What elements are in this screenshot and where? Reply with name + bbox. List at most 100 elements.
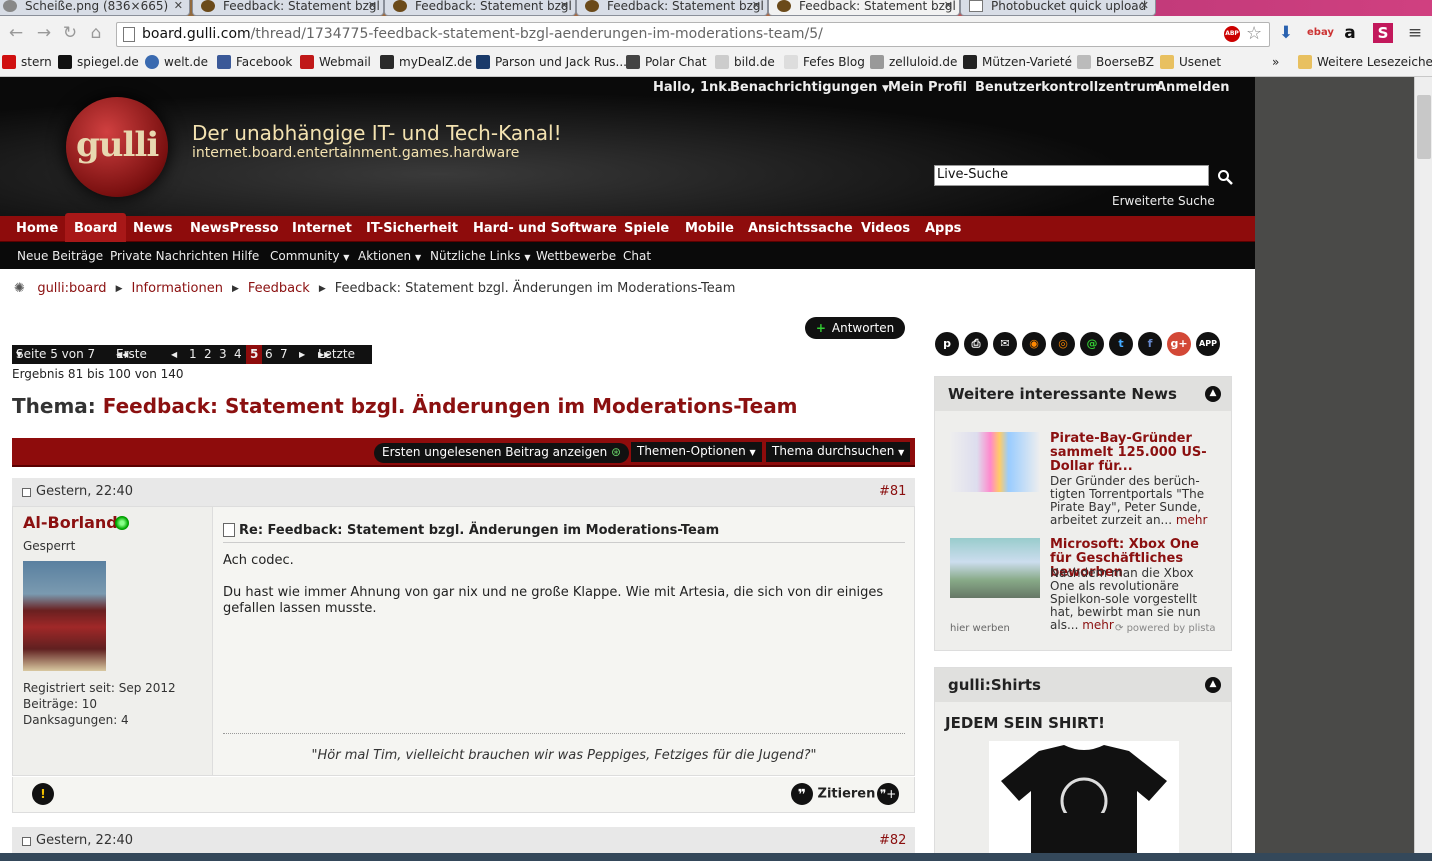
news-title[interactable]: Pirate-Bay-Gründer sammelt 125.000 US-Do… (1050, 432, 1220, 474)
notifications-menu[interactable]: Benachrichtigungen ▼ (730, 80, 889, 95)
nav-videos[interactable]: Videos (861, 221, 910, 236)
page-scrollbar[interactable] (1414, 77, 1432, 853)
close-icon[interactable]: ✕ (752, 0, 761, 12)
avatar[interactable] (23, 561, 106, 671)
subnav-new-posts[interactable]: Neue Beiträge (17, 249, 103, 263)
browser-tab[interactable]: Photobucket quick upload ✕ (960, 0, 1156, 16)
nav-news[interactable]: News (133, 221, 172, 236)
breadcrumb-item[interactable]: Feedback (248, 281, 310, 296)
profile-link[interactable]: Mein Profil (888, 80, 967, 95)
nav-home[interactable]: Home (16, 221, 58, 236)
bookmark-item[interactable]: stern (2, 54, 52, 70)
more-link[interactable]: mehr (1176, 513, 1208, 527)
nav-ansichtssache[interactable]: Ansichtssache (748, 221, 853, 236)
browser-tab[interactable]: Scheiße.png (836×665) ✕ (0, 0, 190, 16)
close-icon[interactable]: ✕ (174, 0, 183, 12)
first-unread-button[interactable]: Ersten ungelesenen Beitrag anzeigen ⊛ (374, 443, 630, 463)
news-thumbnail[interactable] (950, 432, 1040, 492)
address-bar[interactable]: board.gulli.com/thread/1734775-feedback-… (116, 22, 1270, 47)
usercp-link[interactable]: Benutzerkontrollzentrum (975, 80, 1159, 95)
search-icon[interactable] (1217, 169, 1233, 185)
collapse-icon[interactable]: ▲ (1205, 677, 1221, 693)
login-link[interactable]: Anmelden (1156, 80, 1230, 95)
bookmark-item[interactable]: Facebook (217, 54, 292, 70)
bookmarks-more-button[interactable]: » (1272, 54, 1279, 70)
reply-button[interactable]: + Antworten (805, 317, 905, 339)
nav-spiele[interactable]: Spiele (624, 221, 669, 236)
page-link[interactable]: 6 (265, 345, 273, 364)
stylish-icon[interactable]: S (1373, 23, 1393, 43)
menu-icon[interactable]: ≡ (1405, 23, 1425, 43)
nav-apps[interactable]: Apps (925, 221, 961, 236)
bookmark-item[interactable]: welt.de (145, 54, 208, 70)
bookmark-item[interactable]: bild.de (715, 54, 775, 70)
bookmark-item[interactable]: Fefes Blog (784, 54, 865, 70)
thread-search-menu[interactable]: Thema durchsuchen ▼ (766, 442, 911, 462)
next-page-icon[interactable]: ▶ (299, 345, 305, 364)
rss-icon[interactable]: ◉ (1022, 332, 1046, 356)
mail-icon[interactable]: ✉ (993, 332, 1017, 356)
bookmark-item[interactable]: BoerseBZ (1077, 54, 1154, 70)
bookmark-item[interactable]: Mützen-Varieté (963, 54, 1072, 70)
adblock-icon[interactable]: ABP (1224, 26, 1240, 42)
nav-it-sicherheit[interactable]: IT-Sicherheit (366, 221, 458, 236)
prev-page-icon[interactable]: ◀ (171, 345, 177, 364)
bookmark-item[interactable]: spiegel.de (58, 54, 139, 70)
subnav-chat[interactable]: Chat (623, 249, 651, 263)
news-thumbnail[interactable] (950, 538, 1040, 598)
page-link[interactable]: 1 (189, 345, 197, 364)
subnav-aktionen[interactable]: Aktionen ▼ (358, 249, 421, 263)
page-link[interactable]: 2 (204, 345, 212, 364)
subnav-links[interactable]: Nützliche Links ▼ (430, 249, 530, 263)
back-icon[interactable]: ← (6, 23, 26, 43)
bookmark-item[interactable]: zelluloid.de (870, 54, 957, 70)
reload-icon[interactable]: ↻ (60, 23, 80, 43)
more-link[interactable]: mehr (1082, 618, 1114, 632)
browser-tab[interactable]: Feedback: Statement bzgl ✕ (192, 0, 384, 16)
bookmark-item[interactable]: Webmail (300, 54, 371, 70)
nav-hard-software[interactable]: Hard- und Software (473, 221, 617, 236)
subnav-contests[interactable]: Wettbewerbe (536, 249, 616, 263)
breadcrumb-item[interactable]: Informationen (131, 281, 223, 296)
page-link[interactable]: 4 (234, 345, 242, 364)
search-input[interactable]: Live-Suche (934, 165, 1209, 186)
subnav-help[interactable]: Hilfe (232, 249, 259, 263)
bookmark-item[interactable]: Parson und Jack Rus... (476, 54, 627, 70)
close-icon[interactable]: ✕ (944, 0, 953, 12)
gulli-logo[interactable]: gulli (66, 97, 168, 197)
nav-newspresso[interactable]: NewsPresso (190, 221, 279, 236)
multi-quote-icon[interactable]: ❞+ (877, 783, 899, 805)
scrollbar-thumb[interactable] (1417, 95, 1431, 159)
nav-board[interactable]: Board (65, 213, 127, 242)
twitter-icon[interactable]: t (1109, 332, 1133, 356)
bookmark-item[interactable]: Usenet (1160, 54, 1221, 70)
at-icon[interactable]: @ (1080, 332, 1104, 356)
star-icon[interactable]: ☆ (1246, 23, 1262, 44)
google-plus-icon[interactable]: g+ (1167, 332, 1191, 356)
bookmark-item[interactable]: Polar Chat (626, 54, 707, 70)
close-icon[interactable]: ✕ (1140, 0, 1149, 12)
page-link[interactable]: 3 (219, 345, 227, 364)
browser-tab[interactable]: Feedback: Statement bzgl ✕ (384, 0, 576, 16)
subnav-community[interactable]: Community ▼ (270, 249, 349, 263)
post-number-link[interactable]: #81 (879, 484, 906, 499)
home-icon[interactable]: ⌂ (86, 23, 106, 43)
nav-internet[interactable]: Internet (292, 221, 352, 236)
other-bookmarks[interactable]: Weitere Lesezeichen (1298, 54, 1432, 70)
nav-mobile[interactable]: Mobile (685, 221, 734, 236)
facebook-icon[interactable]: f (1138, 332, 1162, 356)
print-icon[interactable]: ⎙ (964, 332, 988, 356)
ebay-icon[interactable]: ebay (1307, 23, 1334, 43)
post-number-link[interactable]: #82 (879, 833, 906, 848)
thread-options-menu[interactable]: Themen-Optionen ▼ (631, 442, 762, 462)
breadcrumb-item[interactable]: gulli:board (37, 281, 106, 296)
page-link[interactable]: 7 (280, 345, 288, 364)
rss-icon[interactable]: ◎ (1051, 332, 1075, 356)
post-username[interactable]: Al-Borland (23, 513, 118, 532)
p-icon[interactable]: p (935, 332, 959, 356)
quote-button[interactable]: ❞ Zitieren (791, 783, 875, 805)
report-icon[interactable]: ! (32, 783, 54, 805)
close-icon[interactable]: ✕ (368, 0, 377, 12)
ad-link[interactable]: hier werben (950, 623, 1010, 634)
amazon-icon[interactable]: a (1340, 23, 1360, 43)
